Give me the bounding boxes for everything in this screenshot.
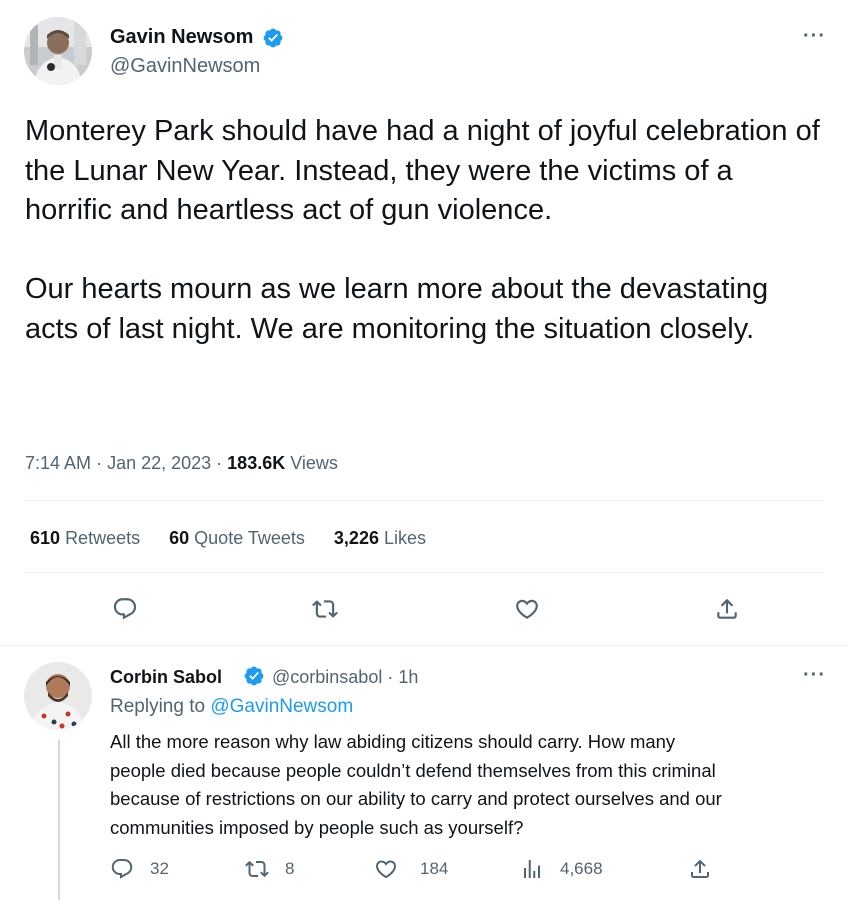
likes-label: Likes	[383, 528, 427, 548]
share-icon	[691, 859, 709, 878]
reply-author-meta: @corbinsabol · 1h	[272, 667, 419, 687]
reply-text-line: people died because people couldn’t defe…	[110, 759, 716, 781]
retweets-stat[interactable]: 610 Retweets	[30, 528, 140, 548]
divider	[24, 572, 824, 573]
tweet-date[interactable]: Jan 22, 2023	[107, 453, 211, 473]
reply-share-button[interactable]	[688, 857, 712, 881]
replying-to: Replying to @GavinNewsom	[110, 696, 353, 718]
share-icon	[717, 598, 737, 619]
retweet-count: 8	[285, 859, 295, 878]
reply-author-name[interactable]: Corbin Sabol	[110, 667, 222, 688]
divider	[24, 500, 824, 501]
reply-icon	[111, 859, 133, 879]
replying-prefix: Replying to	[110, 696, 206, 717]
author-name[interactable]: Gavin Newsom	[110, 26, 253, 49]
verified-badge-icon	[244, 666, 264, 686]
more-options-icon[interactable]: ···	[803, 665, 826, 685]
retweet-icon	[245, 860, 269, 878]
reply-reply-button[interactable]: 32	[110, 857, 169, 881]
reply-author-avatar[interactable]	[24, 662, 92, 730]
reply-text-line: because of restrictions on our ability t…	[110, 788, 722, 809]
reply-time[interactable]: 1h	[398, 667, 418, 687]
share-button[interactable]	[712, 594, 742, 624]
tweet-meta: 7:14 AM · Jan 22, 2023 · 183.6K Views	[25, 453, 338, 473]
thread-line	[58, 740, 60, 900]
like-count: 184	[420, 859, 449, 878]
reply-text: All the more reason why law abiding citi…	[110, 728, 830, 842]
author-handle[interactable]: @GavinNewsom	[110, 55, 260, 78]
reply-count: 32	[150, 859, 169, 878]
retweets-count: 610	[30, 528, 61, 548]
views-count: 183.6K	[227, 453, 286, 473]
reply-text-line: All the more reason why law abiding citi…	[110, 731, 676, 752]
reply-like-button[interactable]: 184	[374, 857, 448, 881]
quotes-stat[interactable]: 60 Quote Tweets	[169, 528, 305, 548]
views-count: 4,668	[560, 859, 603, 878]
quotes-label: Quote Tweets	[194, 528, 305, 548]
likes-stat[interactable]: 3,226 Likes	[334, 528, 426, 548]
verified-badge-icon	[263, 28, 283, 48]
retweets-label: Retweets	[65, 528, 141, 548]
reply-author-handle[interactable]: @corbinsabol	[272, 667, 382, 687]
main-tweet: Gavin Newsom @GavinNewsom ··· Monterey P…	[0, 0, 848, 646]
likes-count: 3,226	[333, 528, 379, 548]
quotes-count: 60	[169, 528, 190, 548]
retweet-button[interactable]	[310, 594, 340, 624]
views-label: Views	[290, 453, 338, 473]
tweet-paragraph: Our hearts mourn as we learn more about …	[25, 273, 769, 345]
tweet-time[interactable]: 7:14 AM	[25, 453, 91, 473]
analytics-icon	[524, 860, 540, 878]
divider	[0, 645, 848, 646]
reply-button[interactable]	[110, 594, 140, 624]
like-icon	[516, 599, 538, 619]
reply-retweet-button[interactable]: 8	[245, 857, 294, 881]
reply-views-button[interactable]: 4,668	[520, 857, 603, 881]
reply-icon	[113, 598, 137, 620]
reply-text-line: communities imposed by people such as yo…	[110, 816, 524, 838]
tweet-stats: 610 Retweets 60 Quote Tweets 3,226 Likes	[30, 528, 450, 549]
replying-to-link[interactable]: @GavinNewsom	[210, 696, 353, 717]
tweet-paragraph: Monterey Park should have had a night of…	[25, 115, 820, 226]
like-icon	[375, 860, 397, 879]
more-options-icon[interactable]: ···	[803, 26, 826, 46]
like-button[interactable]	[512, 594, 542, 624]
retweet-icon	[312, 600, 338, 618]
author-avatar[interactable]	[24, 17, 92, 85]
reply-tweet[interactable]: Corbin Sabol @corbinsabol · 1h ··· Reply…	[0, 648, 848, 900]
tweet-text: Monterey Park should have had a night of…	[25, 112, 825, 349]
